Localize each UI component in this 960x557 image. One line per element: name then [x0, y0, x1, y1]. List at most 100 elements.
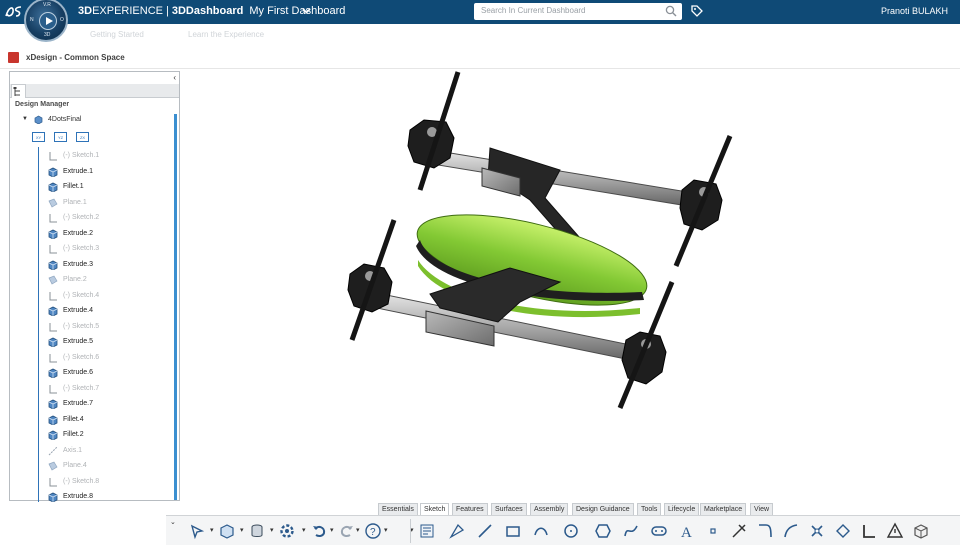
app-root: 3DEXPERIENCE | 3DDashboard My First Dashboa…	[0, 0, 960, 557]
circle-icon[interactable]	[562, 522, 580, 540]
point-icon[interactable]	[704, 522, 722, 540]
line-icon[interactable]	[476, 522, 494, 540]
dropdown-arrow-icon[interactable]: ▾	[270, 526, 274, 534]
offset-icon[interactable]	[782, 522, 800, 540]
fillet-icon[interactable]	[756, 522, 774, 540]
play-icon[interactable]	[39, 12, 57, 30]
action-bar-toggle-icon[interactable]: ⌄	[170, 518, 176, 526]
sketch-icon[interactable]	[418, 522, 436, 540]
sketch-icon	[49, 214, 57, 223]
feature-icon	[48, 492, 58, 502]
tree-item-label: Extrude.1	[63, 167, 93, 175]
part-icon[interactable]	[218, 522, 236, 540]
constraint-icon[interactable]	[834, 522, 852, 540]
collapse-panel-icon[interactable]: ‹	[173, 73, 176, 82]
action-bar: ⌄ ? A ▾ ▾ ▾ ▾ ▾ ▾ ▾ ▾	[166, 515, 960, 545]
feature-icon	[48, 306, 58, 316]
tree-item-label: Extrude.7	[63, 400, 93, 407]
tree-root-label: 4DotsFinal	[48, 116, 82, 123]
search-icon[interactable]	[665, 5, 677, 17]
compass-icon[interactable]: V.R N O 3D	[24, 0, 68, 42]
feature-icon	[48, 182, 58, 192]
tree-item-label: (-) Sketch.8	[63, 477, 100, 485]
feature-icon	[48, 430, 58, 440]
tab-learn-experience[interactable]: Learn the Experience	[188, 30, 264, 39]
tree-item-label: (-) Sketch.4	[63, 291, 100, 299]
ds-logo-icon[interactable]	[4, 4, 24, 20]
brand-experience: EXPERIENCE	[92, 5, 163, 17]
user-name[interactable]: Pranoti BULAKH	[881, 6, 948, 16]
plane-zx-icon[interactable]: ZX	[76, 132, 89, 142]
tree-item-label: Extrude.6	[63, 369, 93, 376]
top-bar: 3DEXPERIENCE | 3DDashboard My First Dashboa…	[0, 0, 960, 24]
tab-getting-started[interactable]: Getting Started	[90, 30, 144, 39]
dropdown-arrow-icon[interactable]: ▾	[302, 526, 306, 534]
sketch-icon	[49, 353, 57, 362]
chevron-down-icon[interactable]	[302, 6, 311, 15]
plane-icon	[48, 461, 58, 471]
help-icon[interactable]: ?	[364, 522, 382, 540]
text-icon[interactable]: A	[678, 522, 696, 540]
save-icon[interactable]	[248, 522, 266, 540]
bottom-strip	[0, 545, 960, 557]
tree-item-label: (-) Sketch.5	[63, 322, 100, 330]
tree-item-label: (-) Sketch.7	[63, 384, 100, 392]
trim-icon[interactable]	[730, 522, 748, 540]
dropdown-arrow-icon[interactable]: ▾	[330, 526, 334, 534]
plane-yz-icon[interactable]: YZ	[54, 132, 67, 142]
motor-front-left	[347, 219, 397, 341]
axis-icon	[48, 446, 58, 455]
tree-item-label: Extrude.8	[63, 493, 93, 500]
feature-icon	[48, 399, 58, 409]
dropdown-arrow-icon[interactable]: ▾	[210, 526, 214, 534]
slot-icon[interactable]	[650, 522, 668, 540]
svg-text:A: A	[681, 525, 692, 540]
tree-connector	[38, 147, 39, 502]
polygon-icon[interactable]	[594, 522, 612, 540]
transform-icon[interactable]	[808, 522, 826, 540]
tree-item-label: Extrude.5	[63, 338, 93, 345]
arc-icon[interactable]	[532, 522, 550, 540]
dashboard-name[interactable]: My First Dashboard	[249, 5, 345, 17]
dropdown-arrow-icon[interactable]: ▾	[356, 526, 360, 534]
tree-item-label: Fillet.2	[63, 431, 84, 438]
settings-icon[interactable]	[278, 522, 296, 540]
plane-xy-icon[interactable]: XY	[32, 132, 45, 142]
app-title-bar: xDesign - Common Space	[0, 47, 960, 69]
dropdown-arrow-icon[interactable]: ▾	[240, 526, 244, 534]
sketch-icon	[49, 477, 57, 486]
undo-icon[interactable]	[310, 522, 328, 540]
search-field[interactable]: Search In Current Dashboard	[474, 3, 682, 20]
panel-scrollbar[interactable]	[174, 114, 177, 500]
rectangle-icon[interactable]	[504, 522, 522, 540]
redo-icon[interactable]	[338, 522, 356, 540]
app-title: xDesign - Common Space	[26, 53, 125, 62]
tree-item-label: Extrude.3	[63, 260, 93, 268]
box-icon[interactable]	[912, 522, 930, 540]
tree-item-label: (-) Sketch.3	[63, 245, 100, 252]
tree-item-label: Fillet.1	[63, 183, 84, 190]
sketch-icon	[49, 384, 57, 393]
feature-icon	[48, 167, 58, 177]
warning-icon[interactable]	[886, 522, 904, 540]
feature-icon	[48, 229, 58, 239]
expand-arrow-icon[interactable]: ▼	[22, 116, 28, 122]
dropdown-arrow-icon[interactable]: ▾	[384, 526, 388, 534]
sketch-icon	[49, 322, 57, 331]
motor-back-left	[407, 71, 461, 191]
compass-letter-right: O	[60, 17, 64, 23]
spline-icon[interactable]	[622, 522, 640, 540]
select-icon[interactable]	[188, 522, 206, 540]
corner-icon[interactable]	[860, 522, 878, 540]
compass-letter-left: N	[30, 17, 34, 23]
plane-icon	[48, 198, 58, 207]
smart-dimension-icon[interactable]	[448, 522, 466, 540]
brand-app: Dashboard	[185, 5, 244, 17]
search-placeholder: Search In Current Dashboard	[481, 6, 586, 15]
tab-design-manager[interactable]	[11, 84, 26, 98]
tree-item-label: Fillet.4	[63, 415, 84, 423]
sketch-icon	[49, 245, 57, 254]
tag-icon[interactable]	[690, 4, 704, 18]
brand-3d: 3D	[78, 5, 93, 17]
tree-item-label: Extrude.2	[63, 229, 93, 237]
